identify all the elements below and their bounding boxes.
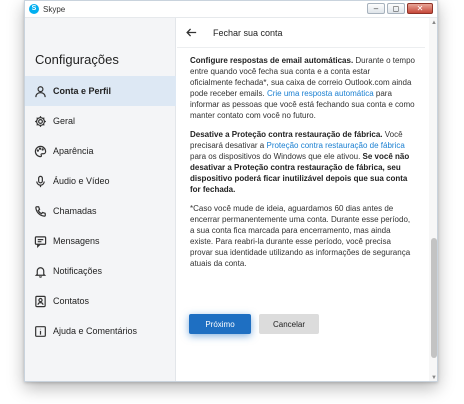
- user-icon: [33, 84, 47, 98]
- sidebar-item-help[interactable]: Ajuda e Comentários: [25, 316, 176, 346]
- scroll-down-arrow-icon[interactable]: ▼: [431, 375, 437, 381]
- sidebar-item-notifications[interactable]: Notificações: [25, 256, 176, 286]
- close-button[interactable]: ✕: [407, 3, 433, 14]
- skype-logo-icon: S: [29, 4, 39, 14]
- contacts-icon: [33, 294, 47, 308]
- auto-reply-heading: Configure respostas de email automáticas…: [190, 56, 354, 65]
- factory-protection-heading: Desative a Proteção contra restauração d…: [190, 130, 383, 139]
- restore-button[interactable]: ◻: [387, 3, 405, 14]
- bell-icon: [33, 264, 47, 278]
- gear-icon: [33, 114, 47, 128]
- phone-icon: [33, 204, 47, 218]
- sidebar-item-calls[interactable]: Chamadas: [25, 196, 176, 226]
- auto-reply-link[interactable]: Crie uma resposta automática: [267, 89, 374, 98]
- sidebar-item-label: Chamadas: [53, 206, 97, 216]
- sidebar-item-general[interactable]: Geral: [25, 106, 176, 136]
- factory-protection-link[interactable]: Proteção contra restauração de fábrica: [266, 141, 404, 150]
- sidebar-item-messages[interactable]: Mensagens: [25, 226, 176, 256]
- sidebar-item-label: Áudio e Vídeo: [53, 176, 110, 186]
- sidebar-item-label: Contatos: [53, 296, 90, 306]
- auto-reply-paragraph: Configure respostas de email automáticas…: [190, 55, 415, 121]
- grace-period-paragraph: *Caso você mude de ideia, aguardamos 60 …: [190, 204, 411, 268]
- title-bar: S Skype ‒ ◻ ✕: [25, 1, 437, 18]
- sidebar-item-appearance[interactable]: Aparência: [25, 136, 176, 166]
- scroll-thumb[interactable]: [431, 238, 437, 358]
- factory-protection-paragraph: Desative a Proteção contra restauração d…: [190, 129, 415, 195]
- microphone-icon: [33, 174, 47, 188]
- sidebar-item-label: Aparência: [53, 146, 94, 156]
- close-account-content: Configure respostas de email automáticas…: [190, 55, 415, 277]
- settings-nav: Conta e Perfil Geral Aparência Áudio e V…: [25, 76, 176, 346]
- sidebar-item-label: Ajuda e Comentários: [53, 326, 138, 336]
- message-icon: [33, 234, 47, 248]
- sidebar-item-audio-video[interactable]: Áudio e Vídeo: [25, 166, 176, 196]
- sidebar-title: Configurações: [35, 52, 119, 67]
- back-arrow-icon[interactable]: [185, 26, 199, 40]
- next-button[interactable]: Próximo: [189, 314, 251, 334]
- window-controls: ‒ ◻ ✕: [367, 3, 433, 14]
- sidebar-item-label: Notificações: [53, 266, 103, 276]
- sidebar-item-label: Conta e Perfil: [53, 86, 112, 96]
- panel-header: Fechar sua conta: [177, 18, 425, 48]
- sidebar-item-account[interactable]: Conta e Perfil: [25, 76, 176, 106]
- cancel-button[interactable]: Cancelar: [259, 314, 319, 334]
- settings-sidebar: Configurações Conta e Perfil Geral Aparê…: [25, 18, 176, 381]
- sidebar-item-label: Geral: [53, 116, 76, 126]
- sidebar-item-label: Mensagens: [53, 236, 100, 246]
- main-panel: Fechar sua conta Configure respostas de …: [177, 18, 437, 381]
- sidebar-item-contacts[interactable]: Contatos: [25, 286, 176, 316]
- scroll-up-arrow-icon[interactable]: ▲: [431, 20, 437, 26]
- page-title: Fechar sua conta: [213, 27, 283, 38]
- palette-icon: [33, 144, 47, 158]
- skype-window: S Skype ‒ ◻ ✕ Configurações Conta e Perf…: [24, 0, 438, 382]
- action-buttons: Próximo Cancelar: [189, 314, 319, 334]
- minimize-button[interactable]: ‒: [367, 3, 385, 14]
- info-icon: [33, 324, 47, 338]
- app-title: Skype: [43, 4, 66, 14]
- factory-protection-text-end: para os dispositivos do Windows que ele …: [190, 152, 363, 161]
- scrollbar[interactable]: ▲ ▼: [429, 18, 437, 381]
